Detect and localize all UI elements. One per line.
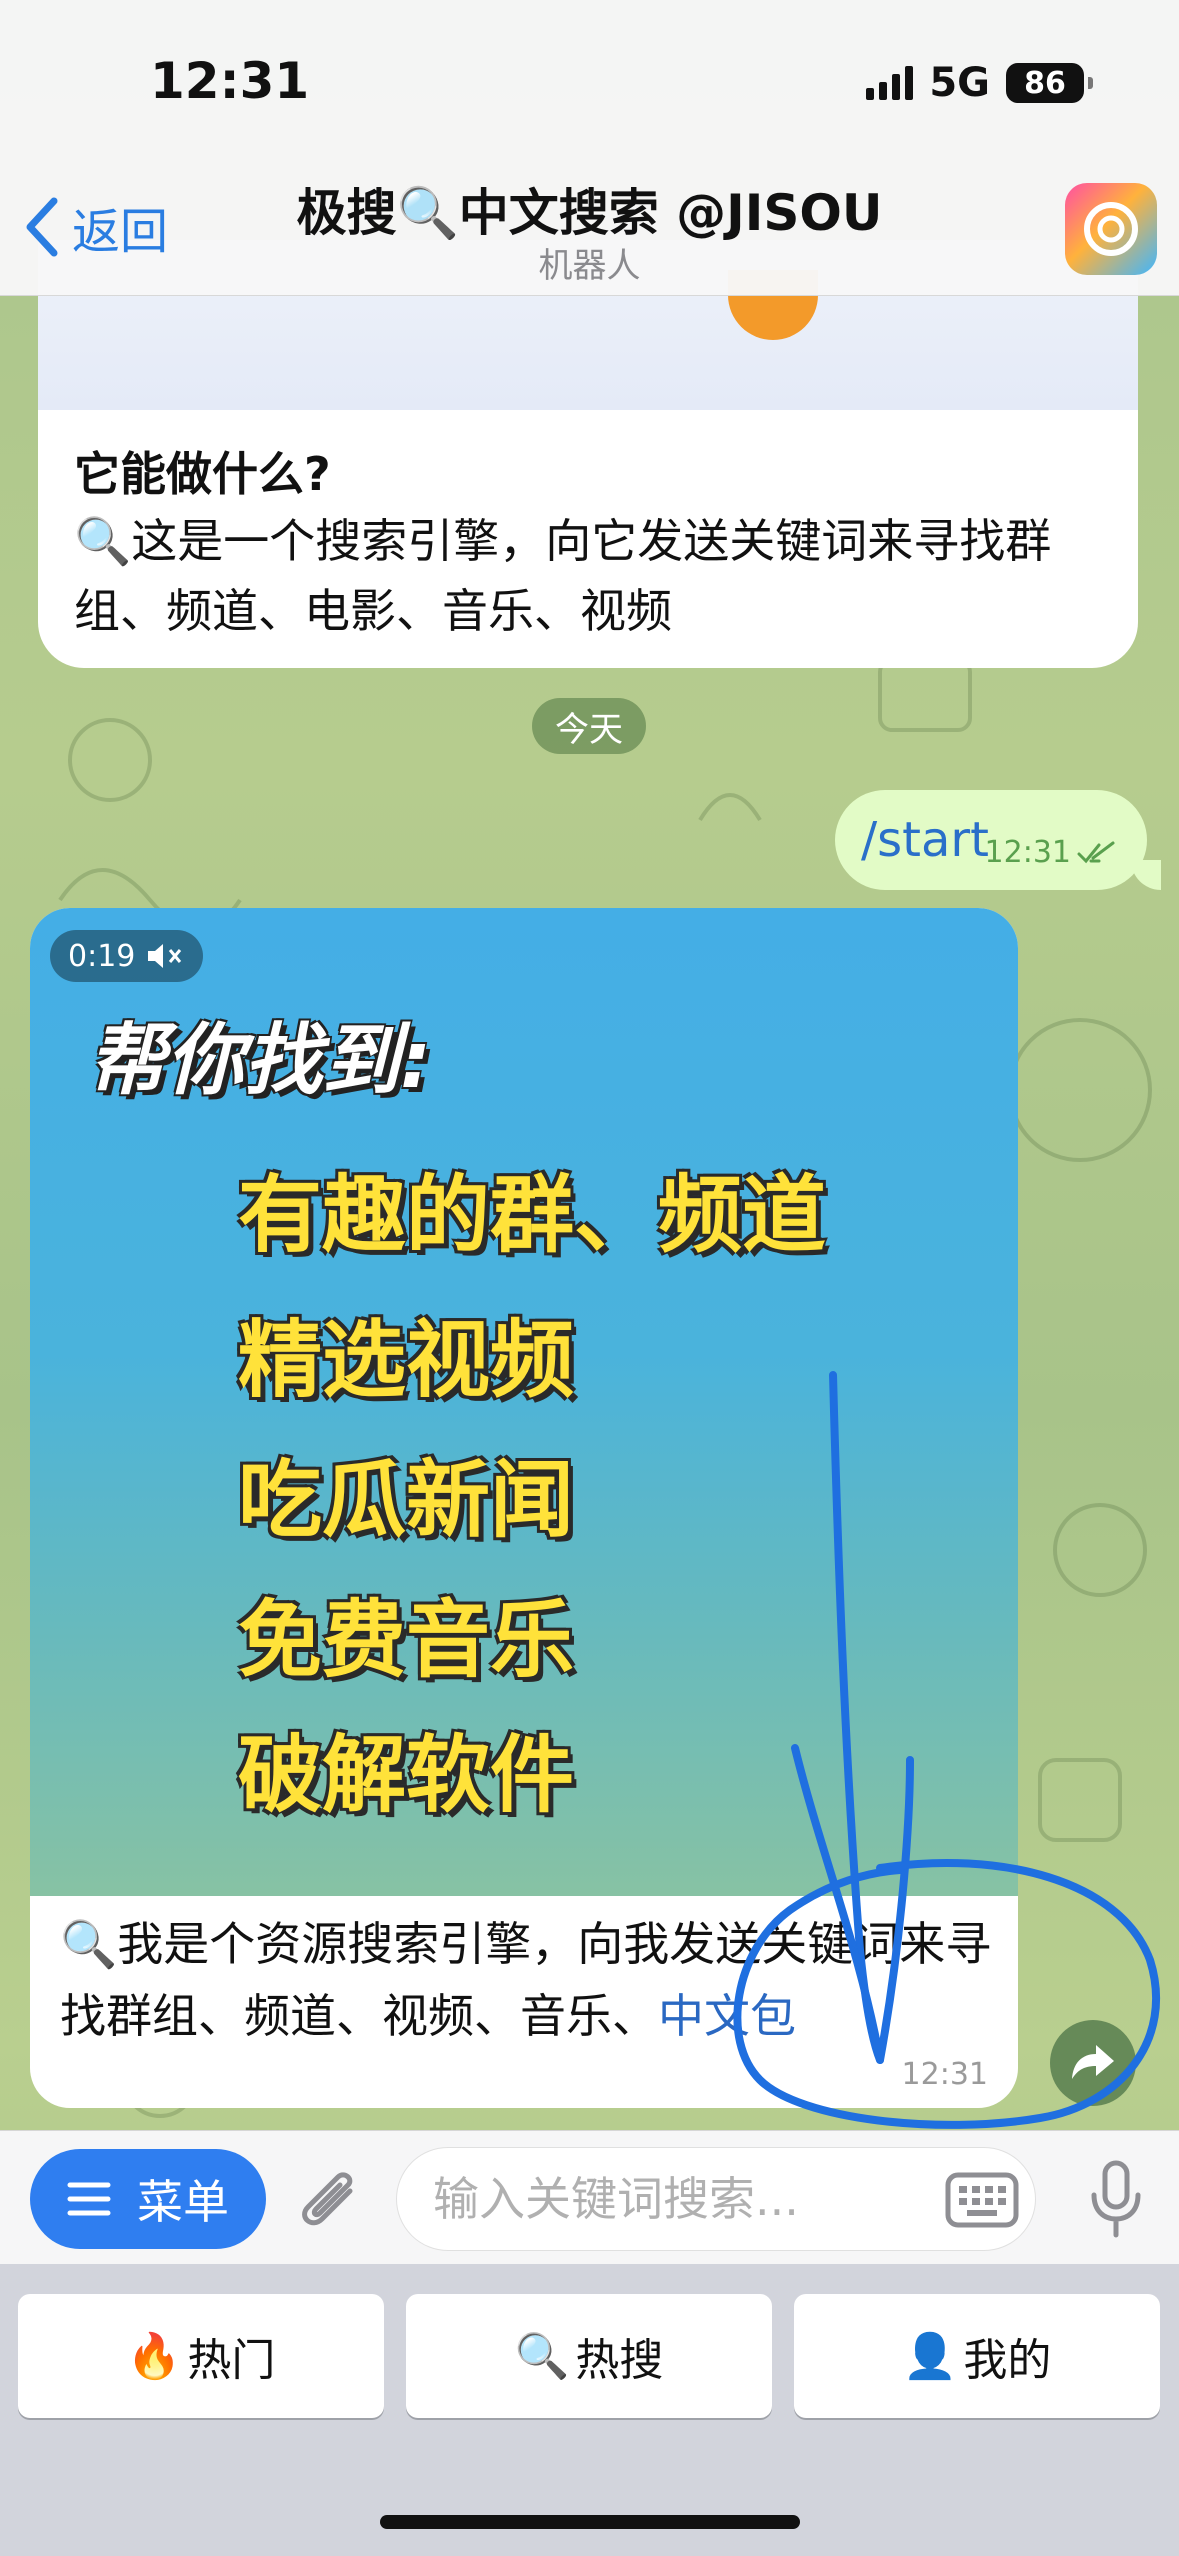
media-message-bubble[interactable]: 0:19 帮你找到: 有趣的群、频道 精选视频 吃瓜新闻 免费音乐 破解软件 🔍… xyxy=(30,908,1018,2108)
intro-heading: 它能做什么? xyxy=(74,447,331,501)
message-input-bar: 菜单 xyxy=(0,2130,1179,2264)
user-icon: 👤 xyxy=(902,2331,958,2382)
navigation-header: 12:31 5G 86 返回 极搜🔍中文搜索 @JISOU 机器人 xyxy=(0,0,1179,296)
muted-speaker-icon[interactable] xyxy=(145,941,185,971)
caption-link[interactable]: 中文包 xyxy=(658,1989,796,2043)
keyboard-toggle-button[interactable] xyxy=(945,2172,1019,2232)
intro-body: 🔍这是一个搜索引擎，向它发送关键词来寻找群组、频道、电影、音乐、视频 xyxy=(74,514,1052,638)
bot-avatar[interactable] xyxy=(1065,183,1157,275)
keyboard-button-label: 热搜 xyxy=(575,2335,664,2386)
video-duration-badge: 0:19 xyxy=(50,930,204,982)
menu-button[interactable]: 菜单 xyxy=(30,2149,266,2249)
attach-button[interactable] xyxy=(292,2161,362,2241)
date-separator: 今天 xyxy=(532,698,646,754)
video-line-3: 吃瓜新闻 xyxy=(238,1451,575,1549)
keyboard-button-trending[interactable]: 🔍 热搜 xyxy=(406,2294,772,2418)
outgoing-message-meta: 12:31 xyxy=(985,835,1117,870)
keyboard-icon xyxy=(945,2172,1019,2228)
network-label: 5G xyxy=(929,60,990,106)
chat-title[interactable]: 极搜🔍中文搜索 @JISOU xyxy=(0,173,1179,245)
double-check-icon xyxy=(1077,841,1115,863)
chat-subtitle: 机器人 xyxy=(538,246,641,286)
media-caption: 🔍我是个资源搜索引擎，向我发送关键词来寻找群组、频道、视频、音乐、中文包 xyxy=(60,1908,1010,2052)
search-logo-icon xyxy=(1084,202,1138,256)
microphone-icon xyxy=(1091,2160,1141,2238)
search-input-field[interactable] xyxy=(396,2147,1036,2251)
battery-level: 86 xyxy=(1024,65,1066,101)
search-input[interactable] xyxy=(433,2172,903,2226)
menu-icon xyxy=(67,2182,111,2216)
keyboard-button-mine[interactable]: 👤 我的 xyxy=(794,2294,1160,2418)
keyboard-button-label: 热门 xyxy=(187,2335,276,2386)
search-icon: 🔍 xyxy=(514,2331,570,2382)
status-indicators: 5G 86 xyxy=(866,60,1093,106)
video-line-2: 精选视频 xyxy=(238,1311,575,1409)
status-time: 12:31 xyxy=(150,52,310,110)
menu-label: 菜单 xyxy=(137,2175,229,2229)
video-title: 帮你找到: xyxy=(88,1016,432,1106)
voice-button[interactable] xyxy=(1088,2159,1144,2243)
media-message-time: 12:31 xyxy=(901,2057,988,2092)
battery-icon: 86 xyxy=(1006,63,1093,103)
signal-icon xyxy=(866,66,914,100)
paperclip-icon xyxy=(302,2172,353,2226)
outgoing-message-text[interactable]: /start xyxy=(861,812,989,868)
video-line-1: 有趣的群、频道 xyxy=(238,1166,827,1264)
outgoing-message-time: 12:31 xyxy=(984,835,1071,870)
forward-arrow-icon xyxy=(1072,2045,1114,2079)
video-line-5: 破解软件 xyxy=(238,1726,575,1824)
keyboard-button-label: 我的 xyxy=(963,2335,1052,2386)
forward-button[interactable] xyxy=(1050,2020,1136,2106)
fire-icon: 🔥 xyxy=(126,2331,182,2382)
video-duration: 0:19 xyxy=(68,938,136,974)
keyboard-button-hot[interactable]: 🔥 热门 xyxy=(18,2294,384,2418)
video-preview[interactable]: 0:19 帮你找到: 有趣的群、频道 精选视频 吃瓜新闻 免费音乐 破解软件 xyxy=(30,908,1018,1896)
home-indicator[interactable] xyxy=(380,2515,800,2529)
bot-keyboard: 🔥 热门 🔍 热搜 👤 我的 xyxy=(0,2264,1179,2556)
video-line-4: 免费音乐 xyxy=(238,1591,575,1689)
caption-text: 🔍我是个资源搜索引擎，向我发送关键词来寻找群组、频道、视频、音乐、 xyxy=(60,1917,992,2043)
intro-message-bubble: 它能做什么? 🔍这是一个搜索引擎，向它发送关键词来寻找群组、频道、电影、音乐、视… xyxy=(38,240,1138,668)
outgoing-message-bubble[interactable]: /start 12:31 xyxy=(835,790,1161,890)
